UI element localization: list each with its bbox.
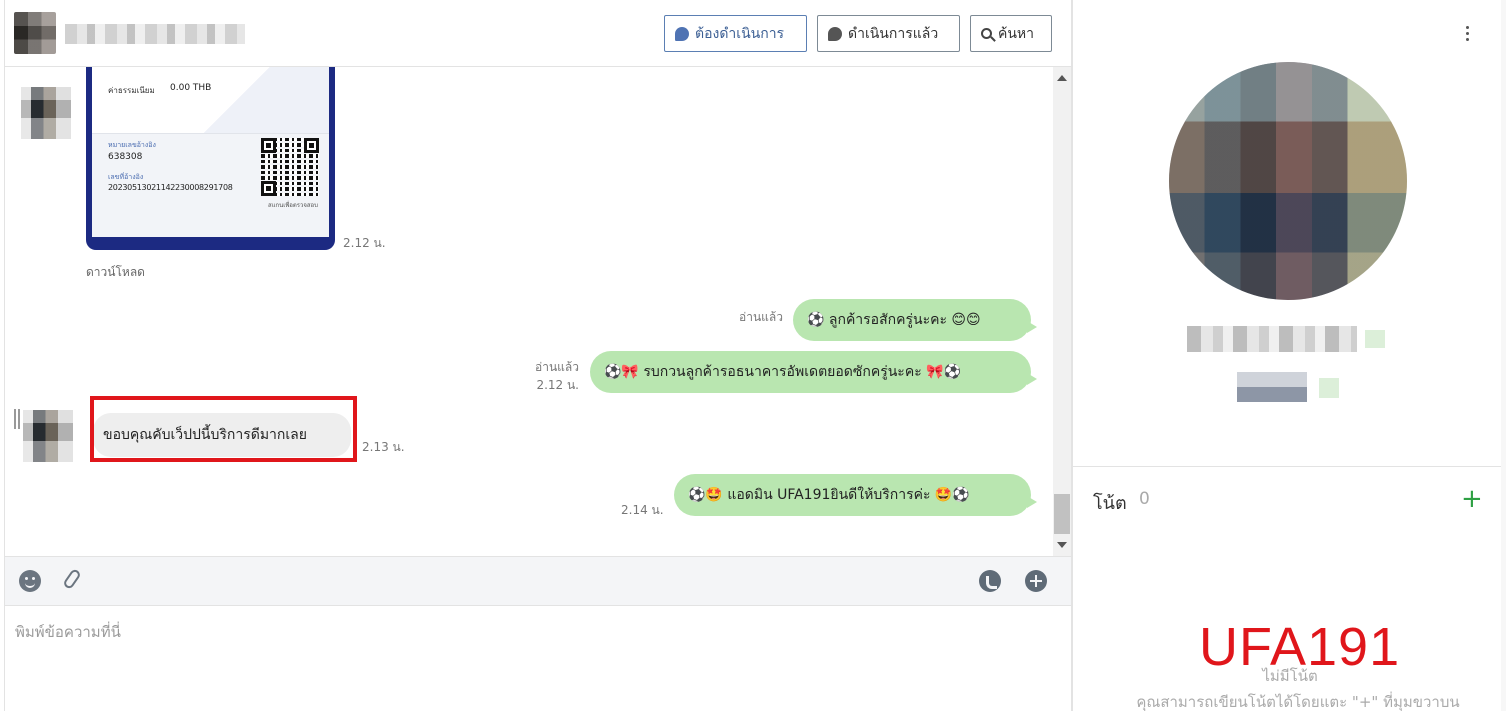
- add-circle-icon[interactable]: [1025, 570, 1047, 592]
- profile-scrollbar[interactable]: [1501, 0, 1506, 711]
- done-button[interactable]: ดำเนินการแล้ว: [817, 15, 960, 52]
- divider: [1073, 466, 1506, 467]
- scroll-thumb[interactable]: [1054, 494, 1070, 534]
- composer: [5, 606, 1071, 711]
- receipt-ref1-label: หมายเลขอ้างอิง: [108, 141, 156, 149]
- notes-title: โน้ต: [1093, 493, 1127, 514]
- todo-button[interactable]: ต้องดำเนินการ: [664, 15, 807, 52]
- profile-subtitle-blurred: [1237, 372, 1307, 402]
- read-status: อ่านแล้ว: [535, 360, 579, 374]
- scroll-up-arrow[interactable]: [1057, 75, 1067, 81]
- phone-icon[interactable]: [979, 570, 1001, 592]
- notes-empty-text: ไม่มีโน้ต: [1262, 667, 1318, 685]
- done-button-label: ดำเนินการแล้ว: [848, 25, 939, 42]
- search-button[interactable]: ค้นหา: [970, 15, 1052, 52]
- scroll-down-arrow[interactable]: [1057, 542, 1067, 548]
- receipt-fee-value: 0.00 THB: [170, 83, 212, 93]
- contact-avatar[interactable]: [14, 12, 56, 54]
- chat-pane: ต้องดำเนินการ ดำเนินการแล้ว ค้นหา ค่าธรร…: [4, 0, 1072, 711]
- message-time: 2.12 น.: [536, 378, 579, 392]
- message-time: 2.12 น.: [343, 236, 386, 250]
- message-time: 2.13 น.: [362, 440, 405, 454]
- search-button-label: ค้นหา: [998, 25, 1035, 42]
- receipt-ref2-value: 20230513021142230008291708: [108, 183, 233, 192]
- profile-avatar[interactable]: [1169, 62, 1407, 300]
- message-text: ⚽🤩 แอดมิน UFA191ยินดีให้บริการค่ะ 🤩⚽: [688, 487, 970, 503]
- contact-name-blurred: [65, 24, 245, 44]
- receipt-ref2-label: เลขที่อ้างอิง: [108, 173, 144, 181]
- message-input[interactable]: [15, 620, 1055, 700]
- notes-hint-text: คุณสามารถเขียนโน้ตได้โดยแตะ "+" ที่มุมขว…: [1136, 693, 1460, 711]
- chat-header: ต้องดำเนินการ ดำเนินการแล้ว ค้นหา: [5, 0, 1071, 67]
- message-time: 2.14 น.: [621, 503, 664, 517]
- message-list: ค่าธรรมเนียม 0.00 THB หมายเลขอ้างอิง 638…: [5, 67, 1053, 556]
- receipt-image[interactable]: ค่าธรรมเนียม 0.00 THB หมายเลขอ้างอิง 638…: [86, 67, 335, 250]
- profile-name-blurred: [1187, 326, 1357, 352]
- resize-handle[interactable]: [14, 409, 20, 429]
- highlight-box: [90, 396, 357, 462]
- receipt-fee-label: ค่าธรรมเนียม: [108, 86, 155, 95]
- receipt-ref1-value: 638308: [108, 152, 143, 162]
- receipt-qr-note: สแกนเพื่อตรวจสอบ: [268, 202, 318, 209]
- notes-count: 0: [1139, 489, 1150, 509]
- message-scrollbar[interactable]: [1053, 67, 1071, 556]
- todo-button-label: ต้องดำเนินการ: [695, 25, 785, 42]
- sender-avatar[interactable]: [23, 410, 73, 462]
- message-text: ⚽ ลูกค้ารอสักครู่นะคะ 😊😊: [807, 312, 981, 328]
- download-link[interactable]: ดาวน์โหลด: [86, 263, 145, 282]
- composer-toolbar: [5, 556, 1071, 606]
- emoji-icon[interactable]: [19, 570, 41, 592]
- check-chat-icon: [828, 26, 842, 41]
- outgoing-message[interactable]: ⚽🤩 แอดมิน UFA191ยินดีให้บริการค่ะ 🤩⚽: [674, 474, 1037, 516]
- read-status: อ่านแล้ว: [739, 310, 783, 324]
- edit-subtitle-icon[interactable]: [1319, 378, 1339, 398]
- receipt-body: ค่าธรรมเนียม 0.00 THB หมายเลขอ้างอิง 638…: [92, 67, 329, 237]
- chat-bubble-icon: [675, 26, 689, 41]
- more-vertical-icon[interactable]: [1466, 26, 1470, 42]
- profile-pane: โน้ต 0 + UFA191 ไม่มีโน้ต คุณสามารถเขียน…: [1072, 0, 1506, 711]
- sender-avatar[interactable]: [21, 87, 71, 139]
- add-note-button[interactable]: +: [1461, 484, 1483, 514]
- outgoing-message[interactable]: ⚽🎀 รบกวนลูกค้ารอธนาคารอัพเดตยอดซักครู่นะ…: [590, 351, 1037, 393]
- search-icon: [981, 28, 992, 39]
- outgoing-message[interactable]: ⚽ ลูกค้ารอสักครู่นะคะ 😊😊: [793, 299, 1037, 341]
- paperclip-icon[interactable]: [62, 567, 82, 591]
- message-text: ⚽🎀 รบกวนลูกค้ารอธนาคารอัพเดตยอดซักครู่นะ…: [604, 364, 962, 380]
- edit-name-icon[interactable]: [1365, 330, 1385, 348]
